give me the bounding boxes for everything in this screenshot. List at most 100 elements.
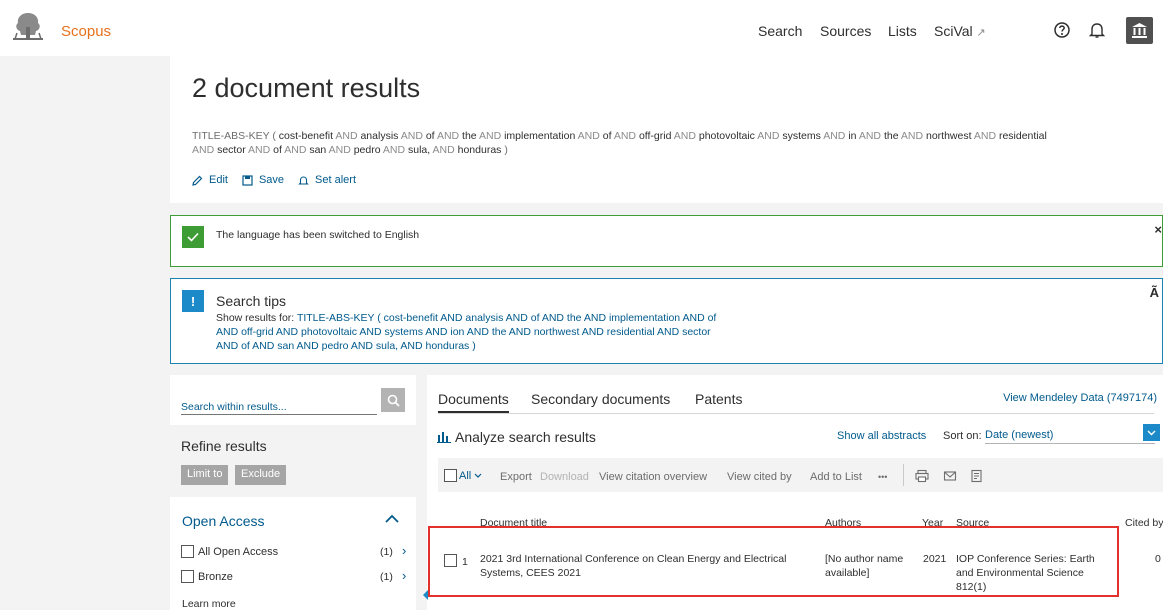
column-cited-by[interactable]: Cited by	[1125, 517, 1163, 529]
checkbox[interactable]	[181, 570, 194, 583]
query-operator: AND	[380, 144, 408, 156]
suggested-query-link-3[interactable]: AND of AND san AND pedro AND sula, AND h…	[216, 339, 761, 353]
chevron-up-icon[interactable]	[385, 514, 399, 524]
query-term: the	[462, 130, 477, 142]
query-operator: AND	[434, 130, 463, 142]
filter-count: (1)	[380, 546, 393, 558]
page-title: 2 document results	[192, 73, 421, 103]
query-operator: AND	[398, 130, 426, 142]
query-operator: AND	[856, 130, 884, 142]
result-title-line-1: 2021 3rd International Conference on Cle…	[480, 553, 787, 565]
search-tips-prefix: Show results for:	[216, 312, 295, 324]
result-authors-line-2: available]	[825, 567, 870, 579]
save-button[interactable]: Save	[242, 174, 284, 186]
chevron-right-icon[interactable]: ›	[402, 568, 406, 583]
download-button[interactable]: Download	[540, 471, 589, 483]
sort-select[interactable]: Date (newest)	[985, 426, 1155, 444]
nav-scival[interactable]: SciVal ↗	[934, 23, 986, 39]
more-options-icon[interactable]: •••	[878, 472, 887, 482]
set-alert-button[interactable]: Set alert	[298, 174, 356, 186]
suggested-query-link-2[interactable]: AND off-grid AND photovoltaic AND system…	[216, 325, 761, 339]
query-operator: AND	[575, 130, 603, 142]
column-document-title[interactable]: Document title	[480, 517, 547, 529]
print-icon[interactable]	[915, 469, 929, 483]
tab-patents[interactable]: Patents	[695, 391, 742, 411]
filter-all-open-access[interactable]: All Open Access	[181, 545, 278, 558]
help-icon[interactable]	[1052, 20, 1072, 40]
edit-button[interactable]: Edit	[192, 174, 228, 186]
language-message: The language has been switched to Englis…	[170, 215, 1163, 267]
institution-button[interactable]	[1126, 17, 1153, 44]
save-icon	[242, 174, 253, 186]
filter-label: All Open Access	[198, 545, 279, 558]
result-number: 1	[462, 556, 468, 568]
result-source-line-2: and Environmental Science	[956, 567, 1084, 579]
select-all-dropdown[interactable]: All	[444, 469, 482, 482]
nav-search[interactable]: Search	[758, 23, 802, 39]
bibliography-icon[interactable]	[970, 469, 984, 483]
analyze-search-results-link[interactable]: Analyze search results	[437, 429, 596, 445]
query-panel: 2 document results TITLE-ABS-KEY ( cost-…	[170, 56, 1163, 203]
query-operator: AND	[476, 130, 505, 142]
result-title-link[interactable]: 2021 3rd International Conference on Cle…	[480, 552, 815, 580]
limit-to-button[interactable]: Limit to	[181, 465, 229, 485]
learn-more-link[interactable]: Learn more	[182, 598, 236, 610]
search-within-input[interactable]	[181, 397, 377, 415]
query-term: sula,	[408, 144, 431, 156]
nav-lists[interactable]: Lists	[888, 23, 917, 39]
search-tips-panel: ! Search tips Show results for: TITLE-AB…	[170, 278, 1163, 364]
language-message-text: The language has been switched to Englis…	[216, 229, 420, 241]
result-year: 2021	[923, 553, 947, 565]
chevron-down-icon[interactable]	[1143, 424, 1160, 441]
open-access-filter: Open Access All Open Access (1) › Bronze…	[170, 497, 416, 610]
result-checkbox[interactable]	[444, 554, 457, 567]
open-access-title[interactable]: Open Access	[182, 513, 265, 529]
add-to-list-button[interactable]: Add to List	[810, 471, 862, 483]
column-source[interactable]: Source	[956, 517, 989, 529]
bell-icon	[298, 175, 309, 185]
search-within-button[interactable]	[381, 388, 405, 412]
suggested-query-link[interactable]: TITLE-ABS-KEY ( cost-benefit AND analysi…	[297, 312, 716, 324]
email-icon[interactable]	[943, 469, 957, 483]
result-cited-by[interactable]: 0	[1155, 552, 1161, 566]
chevron-right-icon[interactable]: ›	[402, 543, 406, 558]
query-term: of	[273, 144, 282, 156]
bell-icon[interactable]	[1087, 20, 1107, 40]
close-icon[interactable]: ×	[1154, 222, 1162, 237]
export-button[interactable]: Export	[500, 471, 532, 483]
query-term: sector	[217, 144, 246, 156]
tips-corner-glyph[interactable]: Ã	[1150, 285, 1159, 300]
pencil-icon	[192, 175, 203, 186]
checkbox[interactable]	[181, 545, 194, 558]
select-all-label: All	[459, 469, 472, 482]
show-all-abstracts-link[interactable]: Show all abstracts	[837, 430, 926, 442]
view-cited-by-button[interactable]: View cited by	[727, 471, 792, 483]
brand-name[interactable]: Scopus	[61, 23, 111, 40]
column-authors[interactable]: Authors	[825, 517, 861, 529]
result-authors-line-1: [No author name	[825, 553, 904, 565]
exclude-button[interactable]: Exclude	[235, 465, 287, 485]
query-term: the	[883, 130, 899, 142]
result-authors: [No author name available]	[825, 552, 917, 580]
query-term: of	[425, 130, 435, 142]
view-citation-overview-button[interactable]: View citation overview	[599, 471, 707, 483]
query-operator: AND	[754, 130, 783, 142]
query-field: )	[501, 144, 508, 156]
view-mendeley-data-link[interactable]: View Mendeley Data (7497174)	[1003, 392, 1157, 404]
query-term: in	[848, 130, 857, 142]
result-title-line-2: Systems, CEES 2021	[480, 567, 581, 579]
tab-documents[interactable]: Documents	[438, 391, 509, 414]
result-source-link[interactable]: IOP Conference Series: Earth and Environ…	[956, 552, 1116, 594]
filter-bronze[interactable]: Bronze	[181, 570, 233, 583]
sort-label: Sort on:	[943, 430, 982, 442]
elsevier-logo-icon[interactable]	[9, 9, 47, 43]
nav-sources[interactable]: Sources	[820, 23, 871, 39]
select-all-checkbox[interactable]	[444, 469, 457, 482]
external-link-icon: ↗	[976, 27, 986, 39]
search-within-panel	[170, 375, 416, 425]
results-toolbar: All Export Download View citation overvi…	[438, 458, 1163, 492]
query-field: TITLE-ABS-KEY (	[192, 130, 279, 142]
search-tips-title: Search tips	[216, 293, 287, 309]
tab-secondary-documents[interactable]: Secondary documents	[531, 391, 670, 411]
column-year[interactable]: Year	[922, 517, 943, 529]
